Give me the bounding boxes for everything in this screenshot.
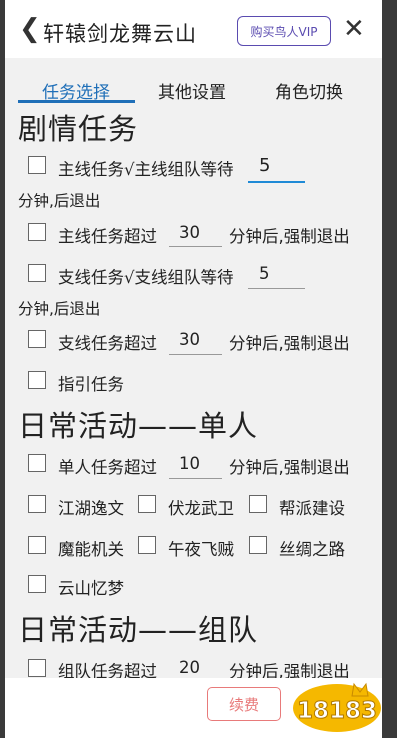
side-task-label: 支线任务√支线组队等待 [58, 268, 234, 287]
app-panel: ❮ 轩辕剑龙舞云山 购买鸟人VIP ✕ 任务选择 其他设置 角色切换 剧情任务 … [5, 0, 382, 738]
main-wait-underline [248, 181, 305, 183]
solo-timeout-input[interactable]: 10 [179, 454, 200, 473]
jianghu-checkbox[interactable] [28, 495, 46, 513]
page-title: 轩辕剑龙舞云山 [43, 22, 197, 46]
side-timeout-checkbox[interactable] [28, 330, 46, 348]
main-timeout-checkbox[interactable] [28, 223, 46, 241]
buy-vip-button[interactable]: 购买鸟人VIP [237, 16, 331, 46]
main-timeout-suffix: 分钟后,强制退出 [229, 227, 350, 246]
settings-content: 任务选择 其他设置 角色切换 剧情任务 主线任务√主线组队等待 5 分钟,后退出… [5, 58, 382, 678]
side-wait-underline [248, 288, 305, 289]
solo-timeout-suffix: 分钟后,强制退出 [229, 458, 350, 477]
header: ❮ 轩辕剑龙舞云山 购买鸟人VIP ✕ [5, 0, 382, 58]
team-timeout-input[interactable]: 20 [179, 658, 200, 677]
side-timeout-suffix: 分钟后,强制退出 [229, 334, 350, 353]
active-tab-indicator [18, 100, 135, 103]
solo-timeout-label: 单人任务超过 [58, 458, 157, 477]
main-wait-suffix: 分钟,后退出 [18, 192, 101, 210]
section-title-story: 剧情任务 [18, 112, 139, 146]
team-timeout-label: 组队任务超过 [58, 662, 157, 678]
site-logo: 18183 [293, 682, 381, 732]
side-timeout-input[interactable]: 30 [179, 330, 200, 349]
night-thief-label: 午夜飞贼 [168, 540, 234, 559]
night-thief-checkbox[interactable] [138, 536, 156, 554]
magic-device-checkbox[interactable] [28, 536, 46, 554]
side-wait-suffix: 分钟,后退出 [18, 300, 101, 318]
solo-timeout-checkbox[interactable] [28, 454, 46, 472]
guide-task-label: 指引任务 [58, 375, 124, 394]
main-timeout-input[interactable]: 30 [179, 223, 200, 242]
main-wait-input[interactable]: 5 [259, 155, 270, 176]
magic-device-label: 魔能机关 [58, 540, 124, 559]
team-timeout-suffix: 分钟后,强制退出 [229, 662, 350, 678]
logo-text: 18183 [297, 698, 377, 724]
main-timeout-label: 主线任务超过 [58, 227, 157, 246]
main-task-label: 主线任务√主线组队等待 [58, 160, 234, 179]
side-timeout-underline [169, 354, 222, 355]
main-timeout-underline [169, 246, 222, 247]
yunshan-checkbox[interactable] [28, 575, 46, 593]
section-title-daily-team: 日常活动——组队 [18, 613, 259, 647]
tab-role-switch[interactable]: 角色切换 [275, 78, 343, 103]
side-timeout-label: 支线任务超过 [58, 334, 157, 353]
team-timeout-checkbox[interactable] [28, 659, 46, 677]
guide-task-checkbox[interactable] [28, 371, 46, 389]
side-task-checkbox[interactable] [28, 264, 46, 282]
yunshan-label: 云山忆梦 [58, 579, 124, 598]
main-task-checkbox[interactable] [28, 156, 46, 174]
renew-button[interactable]: 续费 [207, 687, 281, 721]
silk-road-label: 丝绸之路 [279, 540, 345, 559]
close-icon[interactable]: ✕ [343, 14, 365, 44]
solo-timeout-underline [169, 478, 222, 479]
guild-build-label: 帮派建设 [279, 499, 345, 518]
fulong-checkbox[interactable] [138, 495, 156, 513]
back-icon[interactable]: ❮ [19, 14, 41, 44]
guild-build-checkbox[interactable] [249, 495, 267, 513]
fulong-label: 伏龙武卫 [168, 499, 234, 518]
section-title-daily-solo: 日常活动——单人 [18, 409, 259, 443]
silk-road-checkbox[interactable] [249, 536, 267, 554]
jianghu-label: 江湖逸文 [58, 499, 124, 518]
tab-other-settings[interactable]: 其他设置 [158, 78, 226, 103]
side-wait-input[interactable]: 5 [259, 264, 270, 283]
